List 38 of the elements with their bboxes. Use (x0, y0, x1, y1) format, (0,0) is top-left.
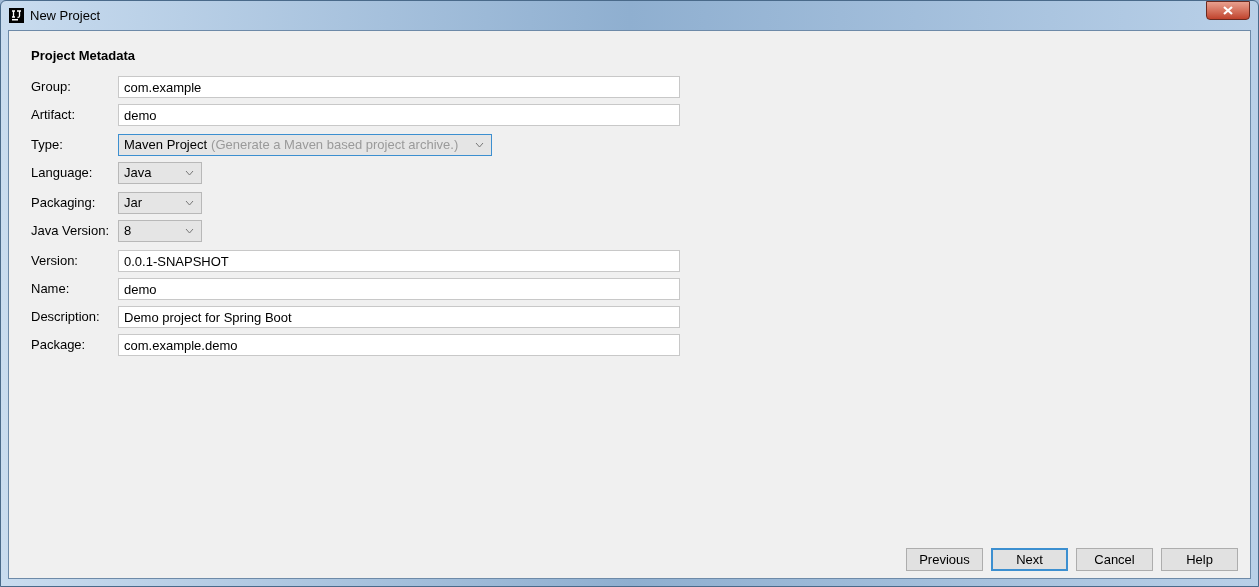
text-field[interactable]: demo (118, 104, 680, 126)
dropdown-value: Java (124, 164, 152, 183)
chevron-down-icon (475, 142, 484, 148)
field-label: Description: (31, 308, 101, 327)
text-field[interactable]: com.example.demo (118, 334, 680, 356)
field-label: Type: (31, 136, 64, 155)
field-label: Artifact: (31, 106, 77, 125)
field-label: Java Version: (31, 222, 111, 241)
dropdown-value: Maven Project (124, 136, 208, 155)
close-button[interactable] (1206, 1, 1250, 20)
close-icon (1223, 6, 1233, 15)
dialog-button[interactable]: Help (1161, 548, 1238, 571)
field-label: Group: (31, 78, 72, 97)
text-field[interactable]: com.example (118, 76, 680, 98)
chevron-down-icon (185, 170, 194, 176)
dropdown[interactable]: Maven Project (Generate a Maven based project archive.) (118, 134, 492, 156)
window-title: New Project (30, 6, 101, 25)
dialog-button[interactable]: Cancel (1076, 548, 1153, 571)
dropdown-hint: (Generate a Maven based project archive.) (211, 136, 459, 155)
text-field[interactable]: 0.0.1-SNAPSHOT (118, 250, 680, 272)
dialog-button[interactable]: Next (991, 548, 1068, 571)
field-label: Language: (31, 164, 94, 183)
chevron-down-icon (185, 228, 194, 234)
text-field[interactable]: demo (118, 278, 680, 300)
field-label: Version: (31, 252, 79, 271)
dropdown[interactable]: 8 (118, 220, 202, 242)
field-label: Name: (31, 280, 71, 299)
app-icon (9, 8, 24, 23)
dialog-button[interactable]: Previous (906, 548, 983, 571)
field-label: Package: (31, 336, 87, 355)
section-heading: Project Metadata (31, 47, 137, 65)
dropdown[interactable]: Jar (118, 192, 202, 214)
dropdown[interactable]: Java (118, 162, 202, 184)
dropdown-value: Jar (124, 194, 143, 213)
chevron-down-icon (185, 200, 194, 206)
text-field[interactable]: Demo project for Spring Boot (118, 306, 680, 328)
field-label: Packaging: (31, 194, 97, 213)
dropdown-value: 8 (124, 222, 132, 241)
